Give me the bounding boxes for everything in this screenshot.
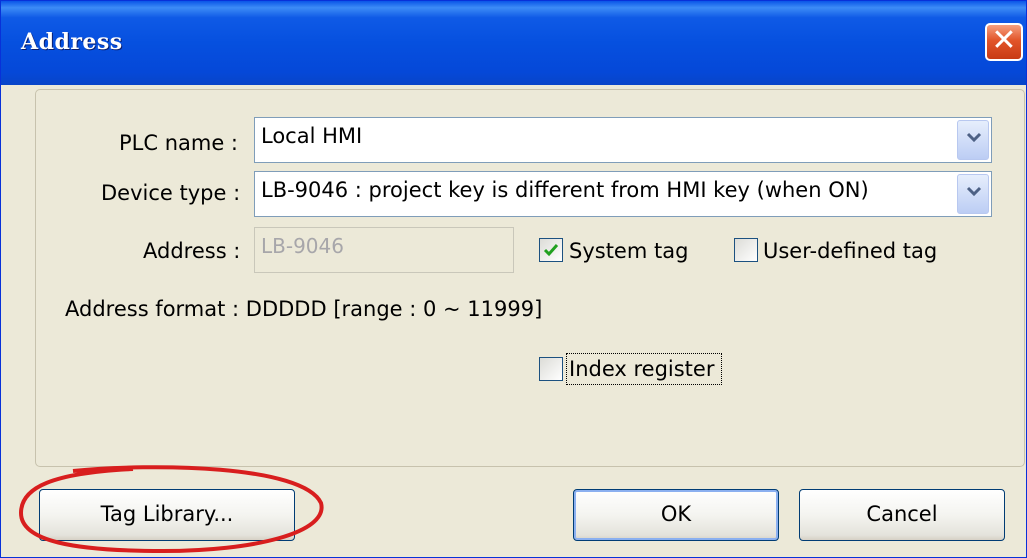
ok-button[interactable]: OK <box>573 489 779 541</box>
checkmark-icon <box>543 244 559 257</box>
ok-label: OK <box>660 502 692 526</box>
device-type-value: LB-9046 : project key is different from … <box>261 178 869 202</box>
cancel-label: Cancel <box>866 502 938 526</box>
tag-library-button[interactable]: Tag Library... <box>39 489 295 541</box>
plc-name-value: Local HMI <box>261 124 363 148</box>
device-type-label: Device type : <box>101 181 241 205</box>
device-type-dropdown-button[interactable] <box>957 174 989 214</box>
close-button[interactable]: ✕ <box>985 23 1023 61</box>
device-type-dropdown[interactable]: LB-9046 : project key is different from … <box>254 171 992 217</box>
index-register-label: Index register <box>569 357 715 381</box>
system-tag-checkbox[interactable] <box>539 238 563 262</box>
dialog-title: Address <box>21 29 123 55</box>
plc-name-dropdown[interactable]: Local HMI <box>254 117 992 163</box>
chevron-down-icon <box>966 186 982 197</box>
cancel-button[interactable]: Cancel <box>799 489 1005 541</box>
user-defined-tag-checkbox[interactable] <box>734 238 758 262</box>
address-label: Address : <box>143 239 241 263</box>
user-defined-tag-label: User-defined tag <box>763 239 938 263</box>
address-dialog: Address ✕ PLC name : Local HMI Device ty… <box>0 0 1027 558</box>
plc-name-dropdown-button[interactable] <box>957 120 989 160</box>
chevron-down-icon <box>966 132 982 143</box>
tag-library-label: Tag Library... <box>100 502 234 526</box>
title-bar[interactable]: Address ✕ <box>1 1 1026 85</box>
plc-name-label: PLC name : <box>119 131 239 155</box>
system-tag-label: System tag <box>569 239 689 263</box>
index-register-checkbox[interactable] <box>539 357 563 381</box>
address-value: LB-9046 <box>261 234 344 258</box>
close-icon: ✕ <box>991 23 1017 58</box>
address-format-text: Address format : DDDDD [range : 0 ~ 1199… <box>65 297 543 321</box>
address-input[interactable]: LB-9046 <box>254 227 514 273</box>
